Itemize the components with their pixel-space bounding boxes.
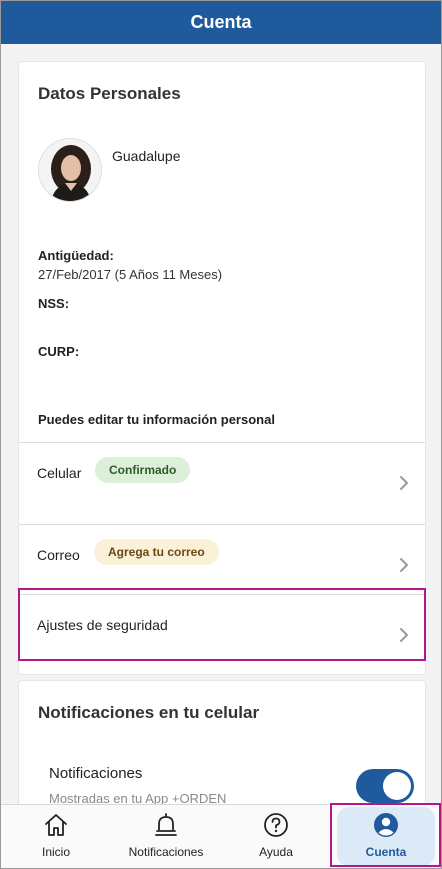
page-title: Cuenta: [190, 12, 252, 32]
chevron-right-icon: [400, 476, 408, 490]
tab-notificaciones[interactable]: Notificaciones: [111, 805, 221, 868]
home-icon: [45, 814, 67, 836]
add-email-badge: Agrega tu correo: [94, 539, 219, 565]
user-photo: [39, 139, 101, 201]
tab-label: Notificaciones: [128, 845, 204, 859]
tab-label: Cuenta: [365, 845, 407, 859]
phone-row[interactable]: Celular Confirmado: [19, 442, 425, 523]
security-settings-row[interactable]: Ajustes de seguridad: [19, 594, 425, 675]
chevron-right-icon: [400, 628, 408, 642]
main-content[interactable]: Datos Personales Guadalupe Antigüedad: 2…: [1, 44, 441, 804]
notifications-label: Notificaciones: [49, 765, 143, 782]
nss-label: NSS:: [38, 296, 70, 311]
help-icon: [264, 813, 288, 837]
phone-notifications-card: Notificaciones en tu celular Notificacio…: [18, 680, 426, 804]
account-icon: [374, 813, 398, 837]
chevron-right-icon: [400, 558, 408, 572]
curp-label: CURP:: [38, 344, 80, 359]
user-name: Guadalupe: [112, 148, 181, 164]
edit-info-note: Puedes editar tu información personal: [38, 412, 275, 427]
confirmed-badge: Confirmado: [95, 457, 191, 483]
tab-ayuda[interactable]: Ayuda: [221, 805, 331, 868]
bottom-tab-bar: Inicio Notificaciones Ayuda Cuenta: [1, 804, 441, 868]
app-header: Cuenta: [1, 1, 441, 44]
security-settings-label: Ajustes de seguridad: [37, 617, 168, 633]
personal-data-title: Datos Personales: [38, 84, 181, 103]
email-row[interactable]: Correo Agrega tu correo: [19, 524, 425, 605]
email-label: Correo: [37, 547, 80, 563]
bell-icon: [155, 813, 177, 836]
notifications-subtitle: Mostradas en tu App +ORDEN: [49, 791, 227, 804]
personal-data-card: Datos Personales Guadalupe Antigüedad: 2…: [18, 61, 426, 675]
phone-label: Celular: [37, 465, 82, 481]
seniority-value: 27/Feb/2017 (5 Años 11 Meses): [38, 267, 223, 282]
tab-label: Inicio: [41, 845, 70, 859]
tab-inicio[interactable]: Inicio: [1, 805, 111, 868]
notifications-toggle[interactable]: [356, 769, 414, 803]
notifications-section-title: Notificaciones en tu celular: [38, 703, 260, 722]
tab-label: Ayuda: [259, 845, 293, 859]
toggle-knob: [383, 772, 411, 800]
tab-cuenta[interactable]: Cuenta: [331, 805, 441, 868]
avatar: [38, 138, 102, 202]
seniority-label: Antigüedad:: [38, 248, 114, 263]
